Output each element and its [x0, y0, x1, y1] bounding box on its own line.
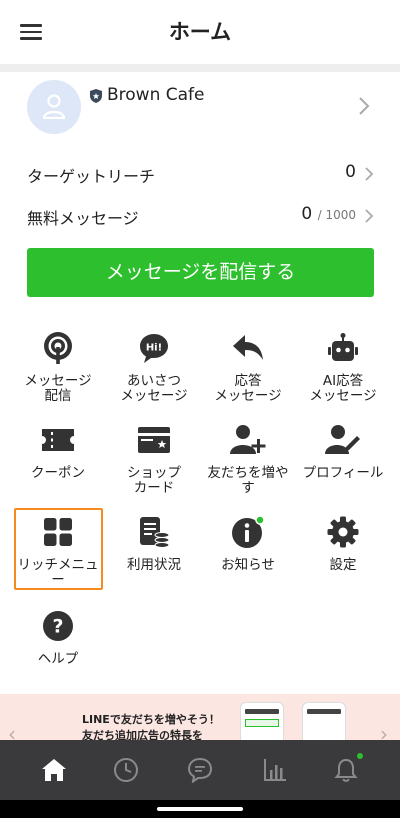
menu-item-ai-reply[interactable]: AI応答 メッセージ — [295, 330, 391, 420]
menu-item-label: プロフィール — [302, 465, 384, 481]
menu-item-label: リッチメニュ ー — [17, 557, 99, 588]
menu-item-news[interactable]: お知らせ — [200, 514, 296, 604]
section-divider — [0, 64, 400, 72]
menu-item-label: クーポン — [31, 465, 85, 481]
bell-icon — [334, 758, 358, 782]
chevron-right-icon — [365, 167, 374, 181]
free-messages-row[interactable]: 無料メッセージ 0 / 1000 — [0, 196, 400, 236]
free-messages-value: 0 / 1000 — [301, 204, 356, 224]
tab-chat[interactable] — [182, 754, 218, 786]
menu-item-label: メッセージ 配信 — [24, 373, 92, 404]
chevron-right-icon — [359, 97, 370, 115]
menu-item-label: 応答 メッセージ — [214, 373, 282, 404]
avatar — [27, 80, 81, 134]
chat-icon — [187, 757, 213, 783]
menu-item-help[interactable]: ? ヘルプ — [10, 608, 106, 698]
account-name: Brown Cafe — [107, 85, 205, 105]
bottom-tab-bar — [0, 740, 400, 800]
menu-item-label: AI応答 メッセージ — [309, 373, 377, 404]
banner-headline: LINEで友だちを増やそう！ — [82, 713, 220, 726]
add-friend-icon — [230, 425, 266, 454]
shop-card-icon — [138, 427, 170, 453]
menu-item-label: 利用状況 — [127, 557, 181, 573]
free-messages-label: 無料メッセージ — [27, 209, 139, 228]
free-messages-count: 0 — [301, 204, 313, 224]
home-icon — [42, 759, 66, 781]
notification-badge — [356, 752, 364, 760]
menu-item-broadcast[interactable]: メッセージ 配信 — [10, 330, 106, 420]
phone-illustration — [240, 702, 284, 744]
coupon-icon — [42, 429, 74, 451]
menu-item-label: ショップ カード — [127, 465, 181, 496]
menu-item-rich-menu[interactable]: リッチメニュ ー — [10, 514, 106, 604]
free-messages-limit: / 1000 — [317, 208, 356, 222]
target-reach-label: ターゲットリーチ — [27, 167, 156, 186]
home-indicator[interactable] — [157, 807, 243, 811]
robot-icon — [328, 333, 358, 361]
tab-analytics[interactable] — [256, 754, 292, 786]
chevron-right-icon — [365, 209, 374, 223]
menu-item-label: ヘルプ — [37, 651, 79, 667]
svg-text:?: ? — [52, 616, 63, 638]
menu-item-shop-card[interactable]: ショップ カード — [106, 422, 202, 512]
info-icon — [232, 515, 265, 548]
menu-item-auto-reply[interactable]: 応答 メッセージ — [200, 330, 296, 420]
gear-icon — [327, 516, 359, 548]
menu-item-usage[interactable]: 利用状況 — [106, 514, 202, 604]
tab-notifications[interactable] — [328, 752, 364, 786]
phone-illustration — [302, 702, 346, 744]
chart-icon — [264, 759, 286, 781]
menu-item-greeting[interactable]: Hi! あいさつ メッセージ — [106, 330, 202, 420]
menu-item-label: お知らせ — [221, 557, 275, 573]
system-nav-bar — [0, 800, 400, 818]
rich-menu-icon — [44, 518, 72, 546]
tab-history[interactable] — [108, 754, 144, 786]
clock-icon — [114, 758, 138, 782]
user-icon — [42, 94, 66, 119]
menu-item-add-friends[interactable]: 友だちを増や す — [200, 422, 296, 512]
greeting-icon: Hi! — [140, 334, 168, 363]
account-profile-row[interactable]: Brown Cafe — [0, 72, 400, 142]
menu-item-label: 友だちを増や す — [207, 465, 289, 496]
menu-item-label: 設定 — [329, 557, 357, 573]
promo-banner[interactable]: ‹ LINEで友だちを増やそう！ 友だち追加広告の特長を › — [0, 694, 400, 744]
help-icon: ? — [43, 611, 73, 641]
svg-text:Hi!: Hi! — [146, 343, 162, 354]
send-message-button[interactable]: メッセージを配信する — [27, 248, 374, 297]
menu-item-coupon[interactable]: クーポン — [10, 422, 106, 512]
target-reach-value: 0 — [345, 162, 356, 182]
usage-icon — [140, 517, 170, 548]
menu-item-label: あいさつ メッセージ — [120, 373, 188, 404]
tab-home[interactable] — [36, 754, 72, 786]
app-header: ホーム — [0, 0, 400, 64]
target-reach-row[interactable]: ターゲットリーチ 0 — [0, 154, 400, 194]
menu-item-settings[interactable]: 設定 — [295, 514, 391, 604]
shield-icon — [90, 89, 102, 103]
page-title: ホーム — [168, 20, 232, 44]
menu-item-profile[interactable]: プロフィール — [295, 422, 391, 512]
profile-edit-icon — [325, 425, 360, 454]
reply-icon — [233, 335, 263, 360]
broadcast-icon — [44, 332, 72, 364]
